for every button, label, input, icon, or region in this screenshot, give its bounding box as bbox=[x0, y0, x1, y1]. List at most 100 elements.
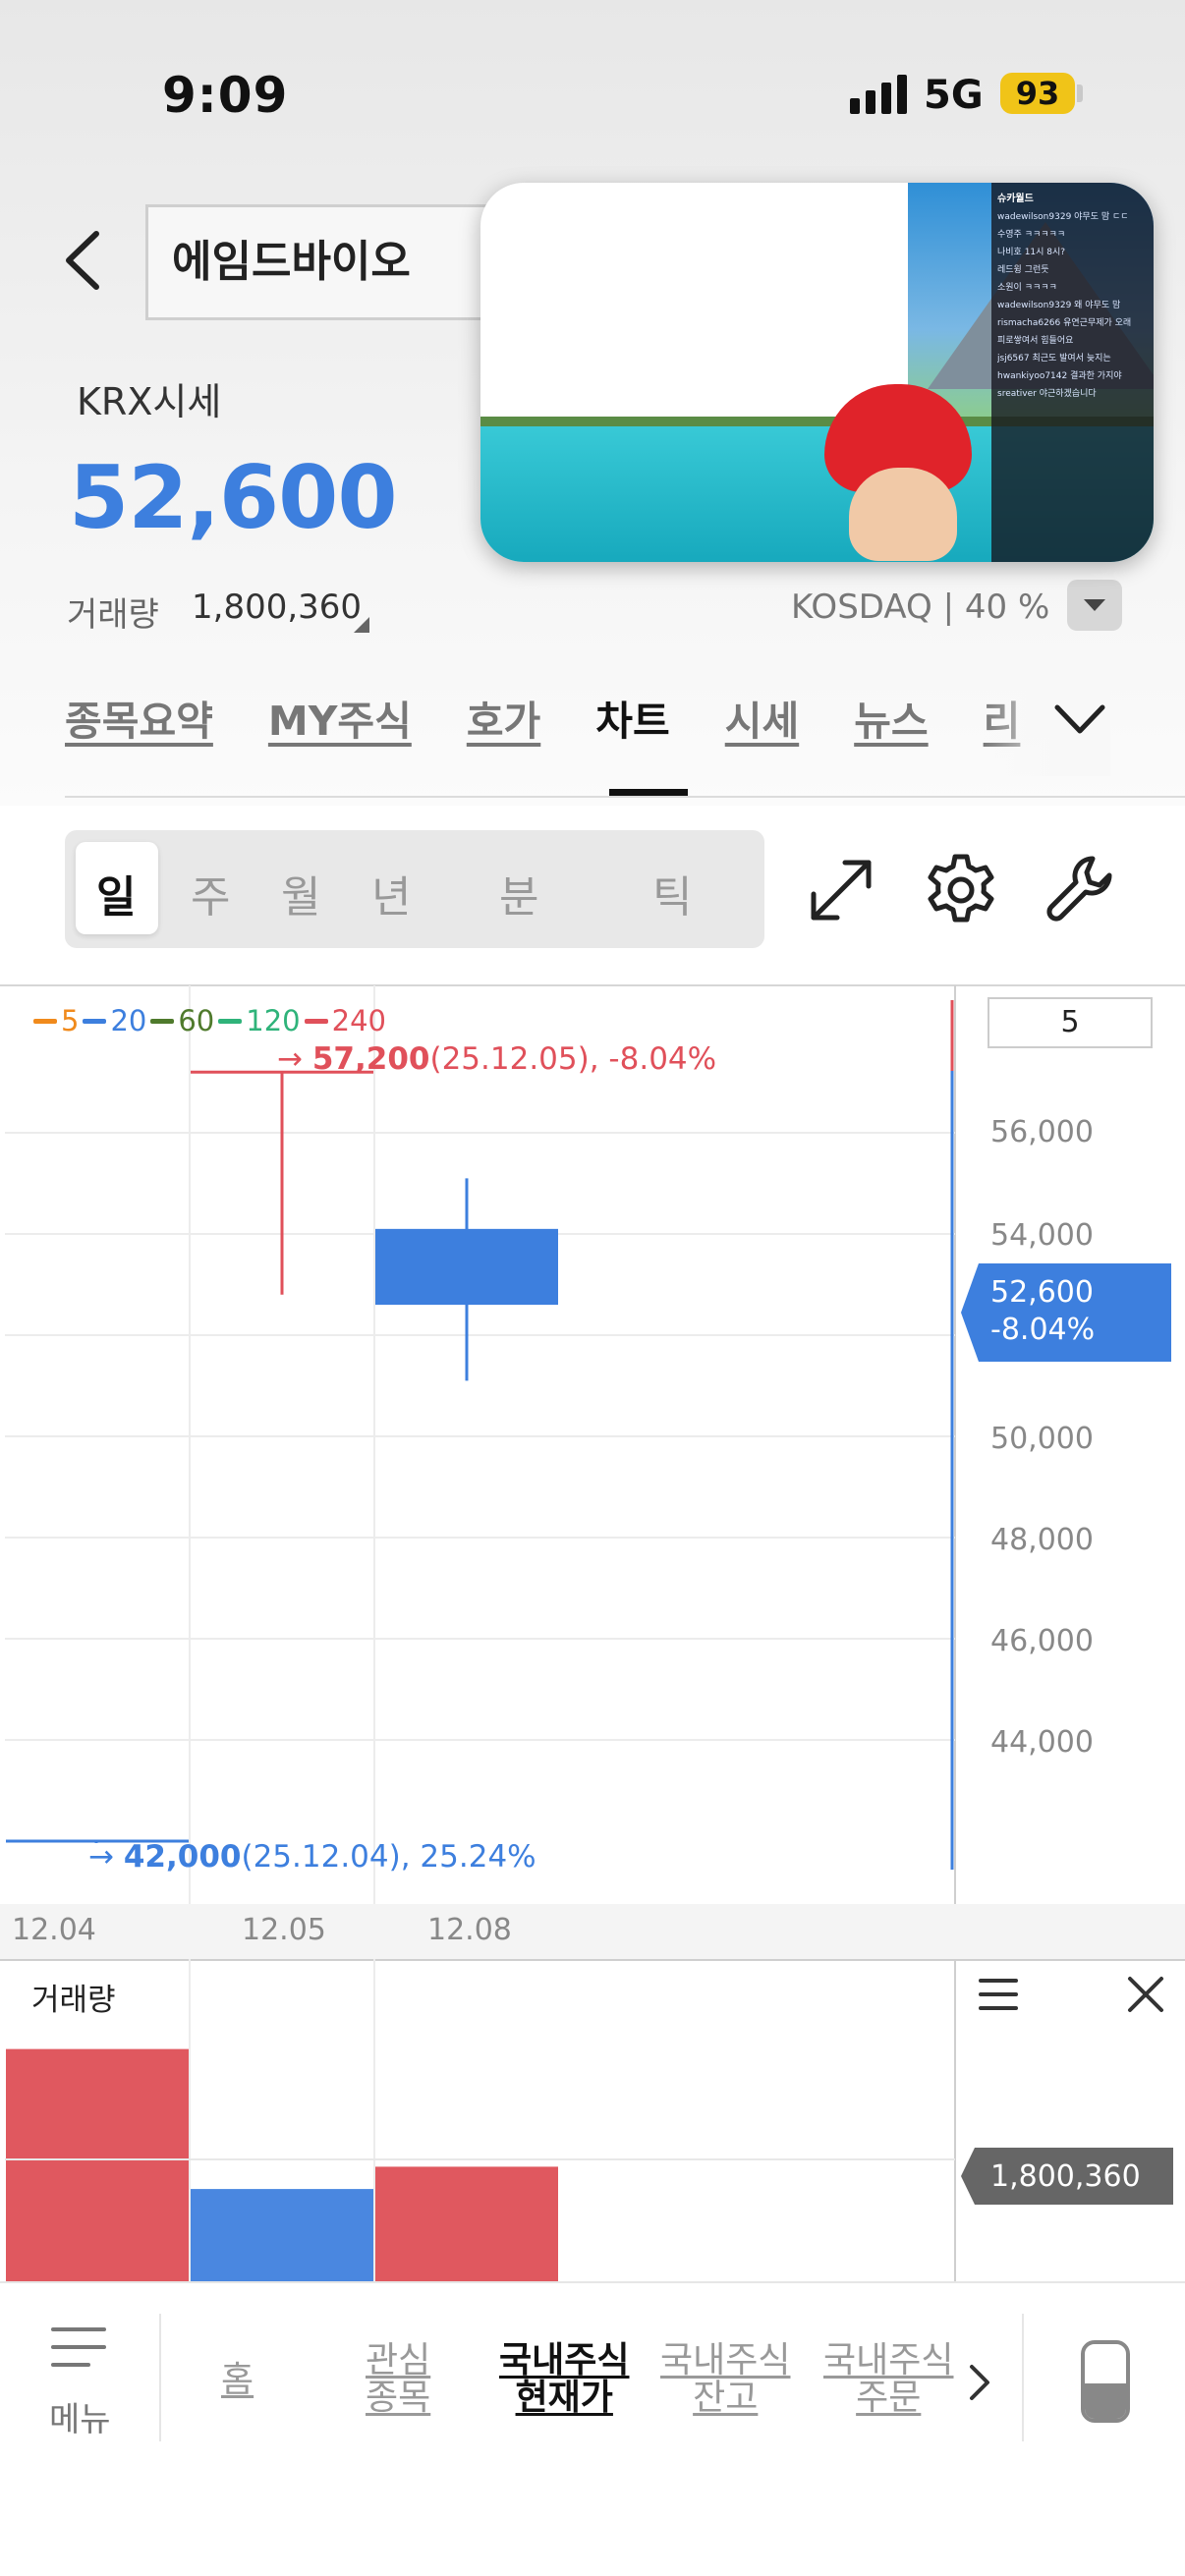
wrench-icon[interactable] bbox=[1042, 851, 1120, 929]
quick-action-fill bbox=[1085, 2383, 1126, 2419]
chevron-down-icon bbox=[1084, 599, 1105, 611]
back-icon[interactable] bbox=[59, 226, 108, 295]
nav-domestic-price[interactable]: 국내주식 현재가 bbox=[499, 2342, 629, 2417]
legend-item: 120 bbox=[218, 1004, 301, 1037]
period-selector: 일 주 월 년 분 틱 bbox=[65, 830, 764, 948]
bottom-navigation bbox=[0, 2281, 1185, 2576]
chat-channel-name: 슈카월드 bbox=[997, 194, 1034, 204]
expand-icon[interactable] bbox=[802, 851, 880, 929]
legend-item: 60 bbox=[150, 1004, 214, 1037]
chat-message: rismacha6266 유연근무제가 오래 bbox=[997, 318, 1132, 328]
period-minute[interactable]: 분 bbox=[499, 862, 538, 924]
chart-legend: 5 20 60 120 240 bbox=[33, 1004, 386, 1037]
nav-domestic-order[interactable]: 국내주식 주문 bbox=[823, 2342, 953, 2417]
gear-icon[interactable] bbox=[922, 851, 1000, 929]
market-dropdown-button[interactable] bbox=[1067, 580, 1122, 631]
battery-icon: 93 bbox=[1000, 73, 1075, 114]
x-axis-band-right bbox=[955, 1904, 1185, 1959]
nav-watchlist[interactable]: 관심 종목 bbox=[366, 2342, 430, 2417]
streamer-face bbox=[849, 468, 957, 561]
tab-my-stock[interactable]: MY주식 bbox=[268, 688, 412, 756]
y-tick-label: 50,000 bbox=[990, 1422, 1094, 1456]
volume-bar bbox=[191, 2189, 373, 2281]
x-tick-label: 12.05 bbox=[242, 1913, 326, 1947]
hamburger-menu-icon[interactable] bbox=[49, 2324, 108, 2373]
active-tab-indicator bbox=[609, 789, 688, 796]
legend-label: 20 bbox=[110, 1004, 147, 1037]
stock-tabs: 종목요약 MY주식 호가 차트 시세 뉴스 리 bbox=[65, 688, 1075, 756]
legend-label: 60 bbox=[178, 1004, 215, 1037]
period-week[interactable]: 주 bbox=[191, 862, 230, 924]
chat-message: 나비호 11시 8시? bbox=[997, 248, 1066, 257]
chat-message: sreativer 야근하겠습니다 bbox=[997, 389, 1097, 399]
chevron-right-icon[interactable] bbox=[968, 2363, 991, 2402]
y-tick-label: 46,000 bbox=[990, 1624, 1094, 1658]
x-tick-label: 12.04 bbox=[12, 1913, 96, 1947]
ma-period-input[interactable]: 5 bbox=[988, 997, 1153, 1048]
tab-divider bbox=[65, 796, 1185, 798]
legend-item: 240 bbox=[304, 1004, 386, 1037]
chat-message: hwankiyoo7142 결과한 가지야 bbox=[997, 371, 1122, 381]
quick-action-button[interactable] bbox=[1081, 2340, 1130, 2423]
low-value: 42,000 bbox=[123, 1839, 242, 1875]
current-volume-tag: 1,800,360 bbox=[961, 2148, 1173, 2205]
chat-message: 수영주 ㅋㅋㅋㅋㅋ bbox=[997, 230, 1066, 240]
nav-separator bbox=[159, 2314, 161, 2441]
tab-chart[interactable]: 차트 bbox=[595, 688, 669, 756]
nav-separator bbox=[1022, 2314, 1024, 2441]
tab-summary[interactable]: 종목요약 bbox=[65, 688, 213, 756]
market-info: KOSDAQ | 40 % bbox=[791, 588, 1050, 627]
chat-message: wadewilson9329 야무도 맘 ㄷㄷ bbox=[997, 212, 1129, 222]
chat-message: 소원이 ㅋㅋㅋㅋ bbox=[997, 283, 1057, 293]
pip-video-player[interactable]: 슈카월드 wadewilson9329 야무도 맘 ㄷㄷ 수영주 ㅋㅋㅋㅋㅋ 나… bbox=[480, 183, 1154, 562]
current-price-tag: 52,600 -8.04% bbox=[961, 1263, 1171, 1362]
high-detail: (25.12.05), -8.04% bbox=[429, 1041, 717, 1077]
nav-home[interactable]: 홈 bbox=[221, 2362, 254, 2399]
volume-label: 거래량 bbox=[67, 595, 159, 635]
volume-bar bbox=[375, 2166, 558, 2281]
y-tick-label: 48,000 bbox=[990, 1523, 1094, 1557]
current-price-value: 52,600 bbox=[990, 1275, 1094, 1310]
period-year[interactable]: 년 bbox=[371, 862, 411, 924]
chevron-down-icon[interactable] bbox=[1053, 700, 1106, 739]
chat-message: 레드윙 그런듯 bbox=[997, 265, 1049, 275]
tab-order-book[interactable]: 호가 bbox=[467, 688, 540, 756]
x-tick-label: 12.08 bbox=[427, 1913, 512, 1947]
y-tick-label: 56,000 bbox=[990, 1115, 1094, 1149]
chat-message: 피로쌓여서 힘들어요 bbox=[997, 336, 1074, 346]
nav-domestic-balance[interactable]: 국내주식 잔고 bbox=[660, 2342, 790, 2417]
market-name: KOSDAQ bbox=[791, 588, 932, 627]
legend-label: 240 bbox=[331, 1004, 386, 1037]
chat-message: wadewilson9329 왜 야무도 맘 bbox=[997, 301, 1121, 310]
volume-chart-title: 거래량 bbox=[31, 1983, 116, 2018]
period-tick[interactable]: 틱 bbox=[652, 862, 692, 924]
close-icon[interactable] bbox=[1126, 1975, 1165, 2014]
price-source-label: KRX시세 bbox=[77, 380, 222, 423]
current-price: 52,600 bbox=[69, 447, 398, 548]
y-tick-label: 44,000 bbox=[990, 1725, 1094, 1760]
y-tick-label: 54,000 bbox=[990, 1218, 1094, 1253]
low-annotation: → 42,000(25.12.04), 25.24% bbox=[88, 1839, 536, 1875]
chat-message: jsj6567 최근도 발여서 늦지는 bbox=[997, 354, 1111, 364]
legend-item: 5 bbox=[33, 1004, 79, 1037]
network-type: 5G bbox=[924, 73, 984, 118]
legend-label: 120 bbox=[246, 1004, 301, 1037]
legend-label: 5 bbox=[61, 1004, 80, 1037]
period-month[interactable]: 월 bbox=[281, 862, 320, 924]
tab-quotes[interactable]: 시세 bbox=[725, 688, 799, 756]
current-price-change: -8.04% bbox=[990, 1313, 1096, 1347]
high-value: 57,200 bbox=[311, 1041, 430, 1077]
tab-news[interactable]: 뉴스 bbox=[854, 688, 928, 756]
menu-label[interactable]: 메뉴 bbox=[49, 2392, 111, 2440]
current-volume-value: 1,800,360 bbox=[990, 2159, 1141, 2194]
menu-icon[interactable] bbox=[979, 1977, 1018, 2012]
live-chat-panel: 슈카월드 wadewilson9329 야무도 맘 ㄷㄷ 수영주 ㅋㅋㅋㅋㅋ 나… bbox=[991, 183, 1154, 562]
period-day[interactable]: 일 bbox=[96, 862, 136, 924]
volume-bar bbox=[6, 2048, 189, 2281]
low-detail: (25.12.04), 25.24% bbox=[241, 1839, 536, 1875]
volume-value: 1,800,360 bbox=[192, 588, 363, 627]
streamer-avatar bbox=[795, 364, 991, 561]
battery-tip bbox=[1077, 84, 1083, 102]
market-percent: 40 % bbox=[964, 588, 1050, 627]
signal-icon bbox=[850, 75, 907, 114]
